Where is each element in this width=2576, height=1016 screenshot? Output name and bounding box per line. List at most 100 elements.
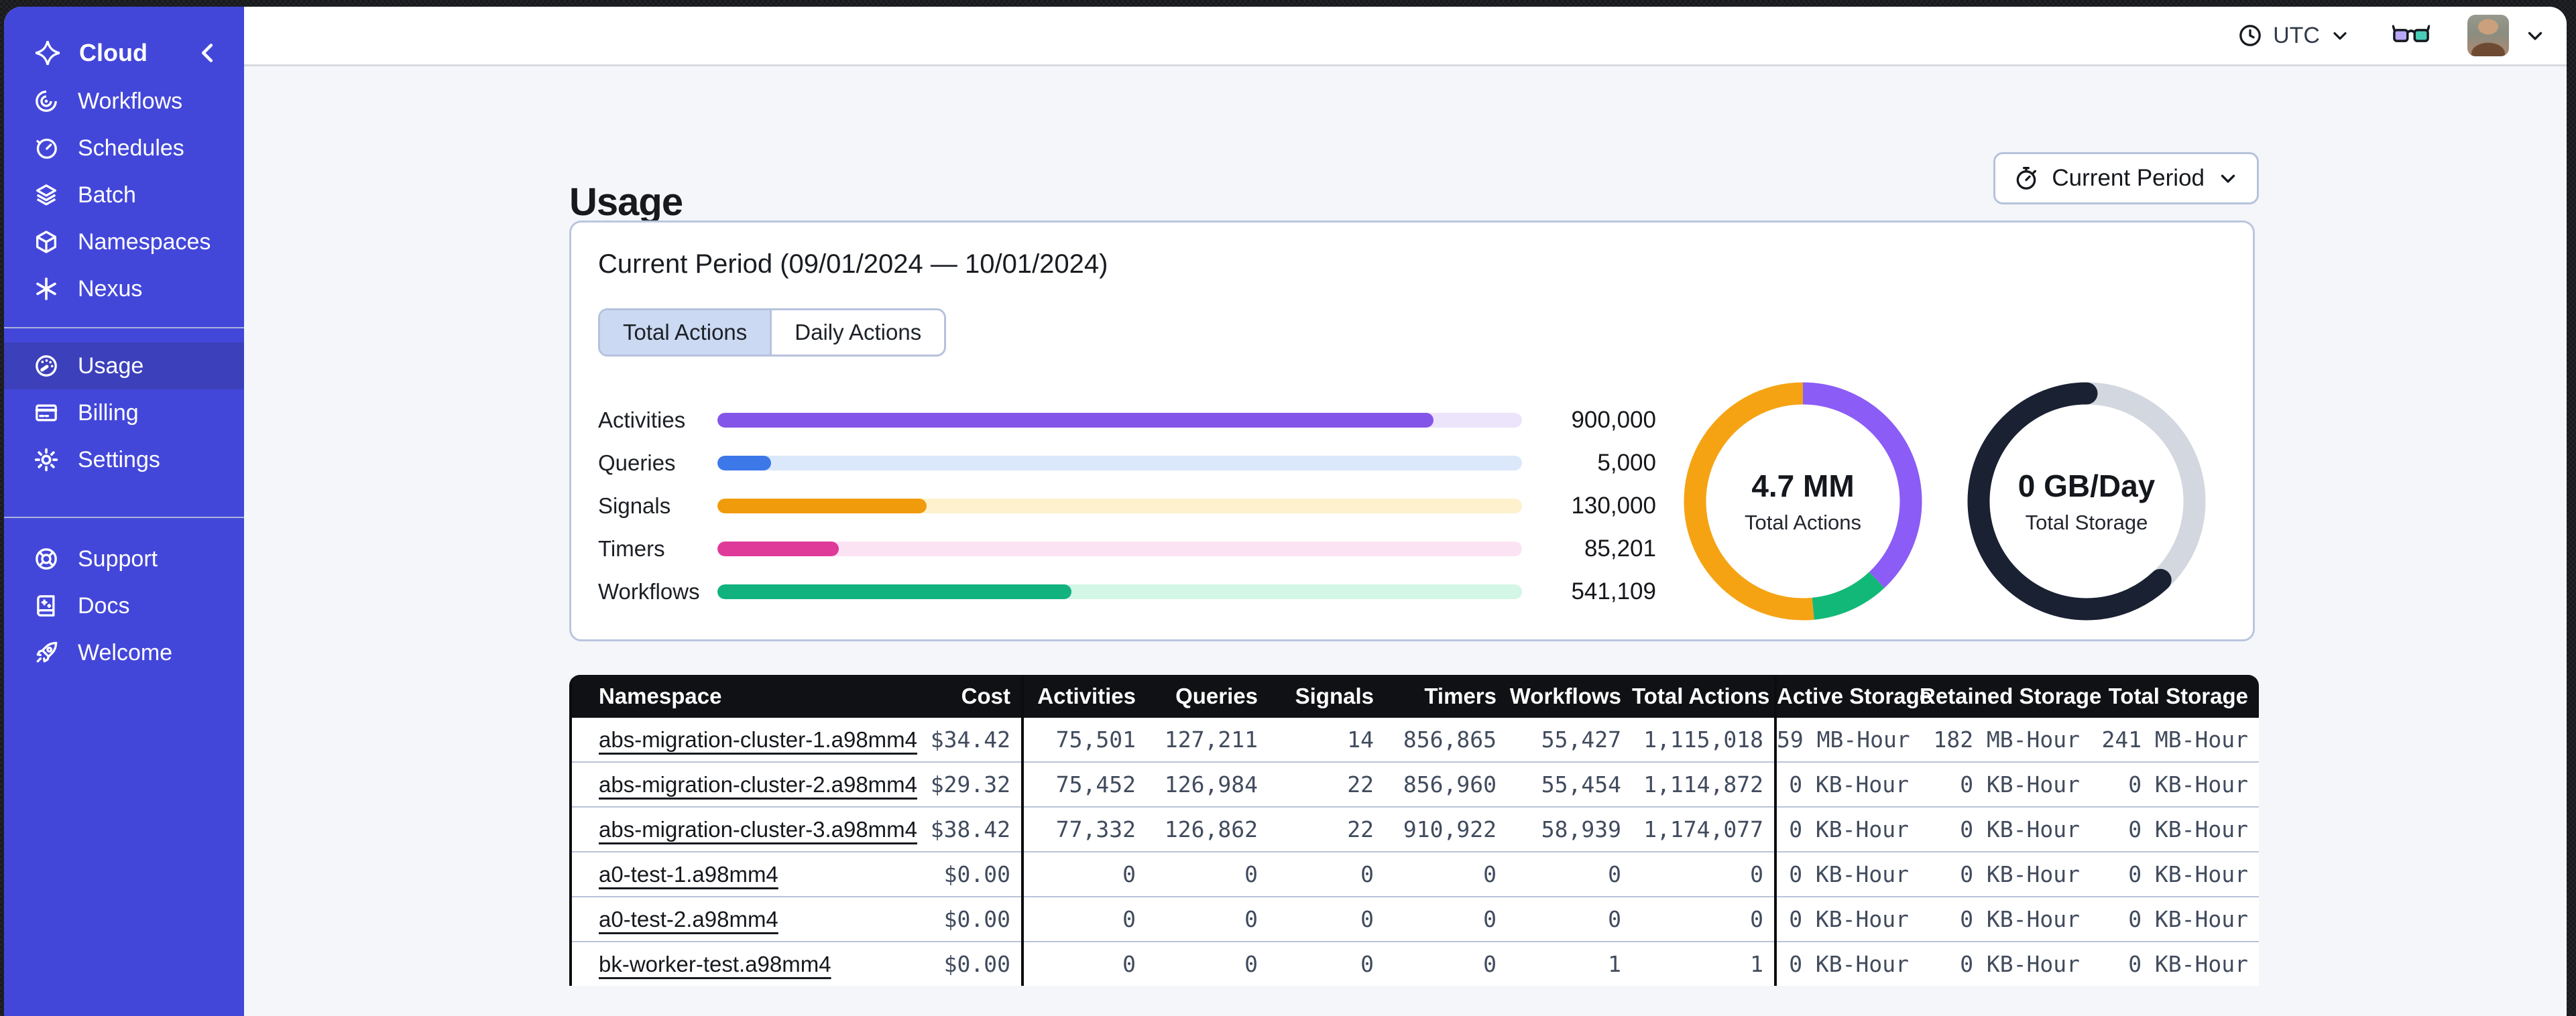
- table-cell: $0.00: [906, 851, 1024, 897]
- column-header: Timers: [1385, 675, 1507, 718]
- table-cell: 126,862: [1147, 806, 1269, 852]
- table-cell: 55,427: [1541, 726, 1621, 753]
- sidebar-item-settings[interactable]: Settings: [4, 436, 244, 483]
- workflows-icon: [32, 87, 60, 115]
- sidebar-item-welcome[interactable]: Welcome: [4, 629, 244, 676]
- column-header: Cost: [906, 675, 1024, 718]
- app-window: Cloud Workflows Schedules Batch Namespac…: [4, 7, 2567, 1016]
- table-cell: $38.42: [906, 806, 1024, 852]
- sidebar-divider: [4, 517, 244, 518]
- sidebar-collapse-button[interactable]: [194, 40, 221, 66]
- column-header: Total Storage: [2091, 675, 2259, 718]
- total-storage-label: Total Storage: [2025, 511, 2148, 534]
- user-avatar[interactable]: [2467, 15, 2509, 56]
- stopwatch-icon: [2017, 167, 2037, 190]
- namespace-link[interactable]: abs-migration-cluster-3.a98mm4: [599, 817, 917, 842]
- bar-fill: [717, 456, 772, 470]
- actions-bar-chart: Activities 900,000 Queries 5,000 Signals 130,…: [598, 399, 1657, 613]
- usage-summary-card: Current Period (09/01/2024 — 10/01/2024)…: [569, 220, 2255, 641]
- table-cell: 0 KB-Hour: [2091, 941, 2259, 986]
- sidebar-item-support[interactable]: Support: [4, 535, 244, 582]
- timezone-label: UTC: [2273, 22, 2320, 48]
- table-cell: 0 KB-Hour: [2091, 851, 2259, 897]
- bar-row: Queries 5,000: [598, 442, 1657, 485]
- table-cell: 77,332: [1022, 806, 1147, 852]
- feedback-glasses-button[interactable]: [2392, 23, 2430, 48]
- sidebar-item-workflows[interactable]: Workflows: [4, 78, 244, 125]
- tab-total-actions[interactable]: Total Actions: [600, 310, 770, 355]
- bar-fill: [717, 584, 1071, 599]
- sidebar-item-usage[interactable]: Usage: [4, 342, 244, 389]
- namespace-link[interactable]: abs-migration-cluster-1.a98mm4: [599, 727, 917, 752]
- table-cell: 0: [1269, 851, 1385, 897]
- settings-icon: [32, 446, 60, 474]
- table-row: bk-worker-test.a98mm4 $0.00 0 0 0 0 1 1 0 KB-Hou…: [571, 941, 2259, 986]
- table-cell: 0 KB-Hour: [2091, 896, 2259, 942]
- bar-fill: [717, 499, 927, 513]
- sidebar-item-label: Support: [78, 546, 158, 572]
- sidebar-item-label: Workflows: [78, 88, 183, 114]
- namespace-cell: abs-migration-cluster-3.a98mm4: [571, 806, 917, 852]
- table-cell: 0: [1507, 896, 1632, 942]
- timezone-selector[interactable]: UTC: [2237, 22, 2351, 49]
- table-cell: 22: [1269, 806, 1385, 852]
- sidebar-item-billing[interactable]: Billing: [4, 389, 244, 436]
- namespace-link[interactable]: a0-test-1.a98mm4: [599, 862, 778, 887]
- namespace-link[interactable]: bk-worker-test.a98mm4: [599, 952, 831, 976]
- table-cell: 0 KB-Hour: [1775, 851, 1920, 897]
- nerd-glasses-icon: [2392, 25, 2430, 42]
- chevron-down-icon: [2333, 32, 2347, 40]
- bar-category-label: Signals: [598, 493, 671, 518]
- table-cell: 182 MB-Hour: [1933, 726, 2080, 753]
- period-selector-button[interactable]: Current Period: [1993, 152, 2259, 204]
- namespace-cell: a0-test-2.a98mm4: [571, 896, 906, 942]
- table-cell: 127,211: [1164, 726, 1258, 753]
- table-cell: 0: [1147, 851, 1269, 897]
- column-header: Retained Storage: [1920, 675, 2101, 718]
- namespace-link[interactable]: abs-migration-cluster-2.a98mm4: [599, 772, 917, 797]
- sidebar-footer-nav: Support Docs Welcome: [4, 535, 244, 676]
- bar-fill: [717, 542, 839, 556]
- account-menu-chevron-down-icon[interactable]: [2524, 24, 2546, 47]
- table-cell: $29.32: [906, 761, 1024, 807]
- sidebar-item-batch[interactable]: Batch: [4, 172, 244, 218]
- namespace-cell: abs-migration-cluster-2.a98mm4: [571, 761, 917, 807]
- namespace-link[interactable]: a0-test-2.a98mm4: [599, 907, 778, 932]
- sidebar-item-label: Batch: [78, 182, 136, 208]
- table-cell: 0: [1147, 941, 1269, 986]
- table-cell: 0 KB-Hour: [1920, 941, 2091, 986]
- table-cell: 856,960: [1385, 761, 1507, 807]
- total-actions-value: 4.7 MM: [1751, 468, 1855, 503]
- table-row: abs-migration-cluster-2.a98mm4 $29.32 75,4…: [571, 761, 2259, 807]
- table-cell: 0: [1022, 851, 1147, 897]
- table-row: a0-test-2.a98mm4 $0.00 0 0 0 0 0 0 0 KB-Hour 0 KB…: [571, 896, 2259, 942]
- sidebar-item-namespaces[interactable]: Namespaces: [4, 218, 244, 265]
- table-cell: 0 KB-Hour: [1775, 806, 1920, 852]
- table-cell: 1,115,018: [1632, 718, 1777, 762]
- bar-fill: [717, 413, 1433, 428]
- sidebar-item-docs[interactable]: Docs: [4, 582, 244, 629]
- total-storage-donut-chart: 0 GB/Day Total Storage: [1967, 382, 2206, 621]
- sidebar-item-nexus[interactable]: Nexus: [4, 265, 244, 312]
- table-cell: 126,984: [1147, 761, 1269, 807]
- temporal-cloud-logo-icon: [35, 40, 60, 66]
- table-cell: $0.00: [906, 941, 1024, 986]
- topbar: UTC: [244, 7, 2567, 66]
- table-cell: 0: [1632, 896, 1777, 942]
- bar-track: [717, 413, 1522, 428]
- sidebar-item-schedules[interactable]: Schedules: [4, 125, 244, 172]
- column-header: Activities: [1022, 675, 1147, 718]
- chevron-left-icon: [201, 44, 213, 62]
- bar-track: [717, 456, 1522, 470]
- period-selector-label: Current Period: [2052, 165, 2205, 191]
- tab-daily-actions[interactable]: Daily Actions: [770, 310, 945, 355]
- table-cell: 0: [1147, 896, 1269, 942]
- namespaces-icon: [32, 228, 60, 256]
- sidebar-item-label: Settings: [78, 446, 160, 472]
- table-row: a0-test-1.a98mm4 $0.00 0 0 0 0 0 0 0 KB-Hour 0 KB…: [571, 851, 2259, 897]
- table-cell: 0 KB-Hour: [1775, 941, 1920, 986]
- chevron-down-icon: [2221, 174, 2235, 183]
- table-cell: 1,114,872: [1632, 761, 1777, 807]
- table-row: abs-migration-cluster-3.a98mm4 $38.42 77,3…: [571, 806, 2259, 852]
- sidebar-primary-nav: Workflows Schedules Batch Namespaces Nex…: [4, 78, 244, 312]
